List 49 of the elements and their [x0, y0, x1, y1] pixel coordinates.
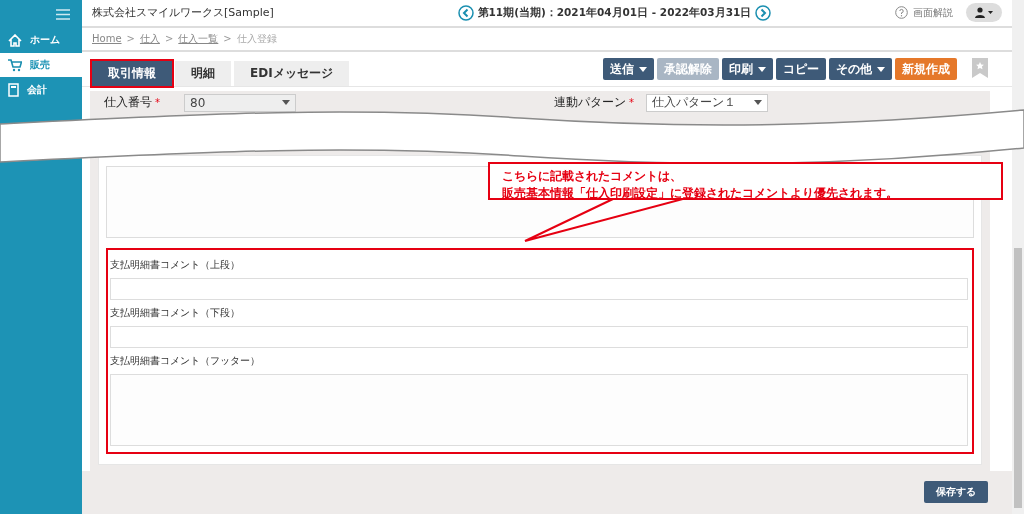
menu-icon[interactable]	[56, 8, 70, 20]
field-label: 連動パターン	[553, 94, 626, 112]
help-link[interactable]: 画面解説	[913, 5, 953, 20]
breadcrumb-link[interactable]: 仕入	[139, 31, 160, 46]
breadcrumb-link[interactable]: Home	[92, 33, 122, 45]
tab[interactable]: 取引情報	[92, 60, 172, 86]
field-label: 支払明細書コメント（フッター）	[110, 353, 261, 368]
tab[interactable]: 明細	[175, 60, 231, 86]
save-button[interactable]: 保存する	[924, 481, 988, 504]
calculator-icon	[8, 83, 19, 97]
breadcrumb-separator: >	[126, 33, 135, 45]
sidebar-item[interactable]: 会計	[0, 78, 82, 102]
company-name: 株式会社スマイルワークス[Sample]	[92, 5, 274, 21]
next-icon[interactable]	[755, 4, 772, 21]
select-field[interactable]: 80	[184, 93, 296, 112]
action-button[interactable]: 印刷	[722, 58, 773, 81]
action-button[interactable]: その他	[829, 58, 892, 81]
sidebar-item[interactable]: ホーム	[0, 28, 82, 52]
caret-icon	[758, 66, 766, 72]
required-mark: *	[629, 97, 634, 109]
breadcrumb-link[interactable]: 仕入一覧	[178, 31, 219, 46]
breadcrumb-separator: >	[223, 33, 232, 45]
input-field[interactable]	[110, 277, 968, 300]
previous-icon[interactable]	[457, 4, 474, 21]
callout-text: こちらに記載されたコメントは、	[502, 168, 683, 185]
field-label: 支払明細書コメント（下段）	[110, 305, 241, 320]
help-icon[interactable]	[895, 6, 908, 20]
bookmark-icon[interactable]	[972, 58, 988, 79]
caret-icon	[282, 100, 290, 106]
input-field[interactable]	[110, 325, 968, 348]
sidebar-item[interactable]: 販売	[0, 53, 82, 77]
breadcrumb-current: 仕入登録	[236, 31, 277, 46]
caret-icon	[639, 66, 647, 72]
user-icon	[974, 6, 994, 19]
required-mark: *	[155, 97, 160, 109]
user-menu-button[interactable]	[966, 3, 1002, 23]
cart-icon	[8, 58, 22, 72]
caret-icon	[754, 100, 762, 106]
field-label: 仕入番号	[103, 94, 152, 112]
tab[interactable]: EDIメッセージ	[234, 60, 349, 86]
field-label: 支払明細書コメント（上段）	[110, 257, 241, 272]
breadcrumb-separator: >	[164, 33, 174, 45]
fiscal-period: 第11期(当期)：2021年04月01日 - 2022年03月31日	[477, 5, 752, 20]
scrollbar[interactable]	[1012, 0, 1024, 514]
action-button[interactable]: コピー	[776, 58, 826, 81]
caret-icon	[877, 66, 885, 72]
home-icon	[8, 33, 22, 47]
action-button[interactable]: 送信	[603, 58, 654, 81]
select-field[interactable]: 仕入パターン１	[646, 93, 768, 112]
